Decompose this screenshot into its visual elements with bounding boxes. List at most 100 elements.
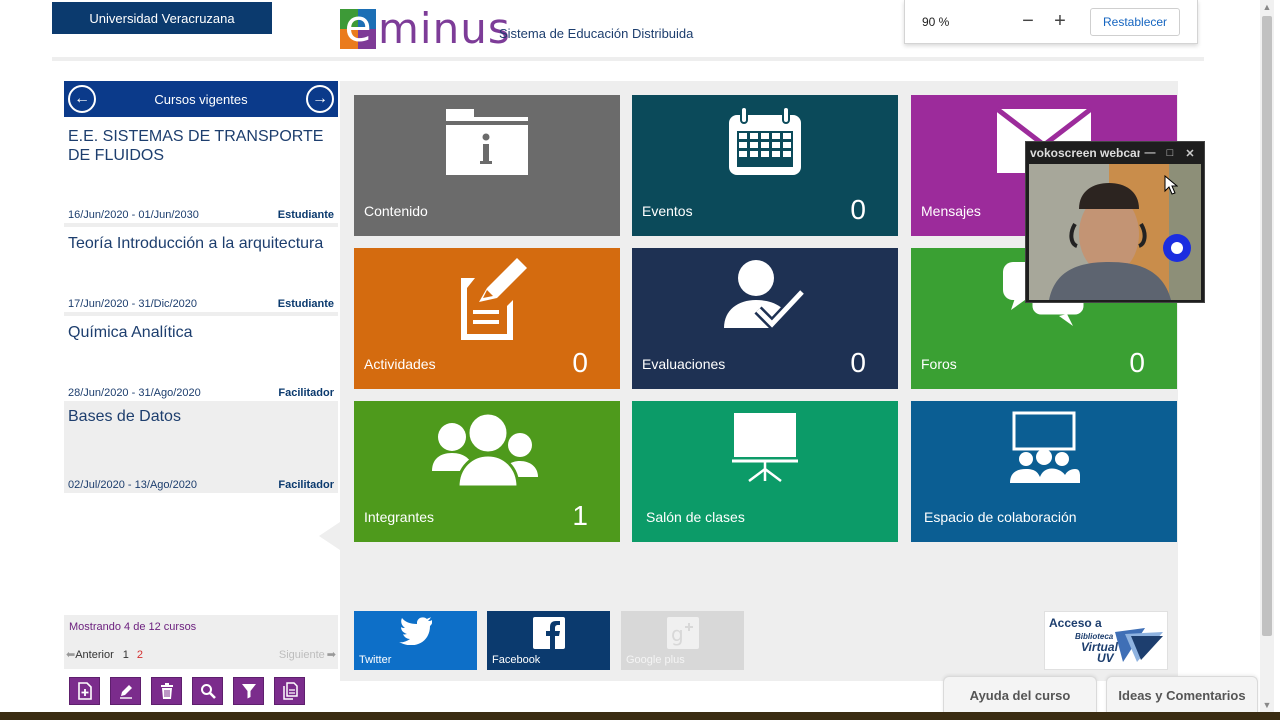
tile-label: Mensajes xyxy=(921,203,981,219)
user-check-icon xyxy=(632,258,898,328)
maximize-icon[interactable]: □ xyxy=(1160,147,1180,159)
social-label: Google plus xyxy=(626,654,685,666)
tile-label: Contenido xyxy=(364,203,428,219)
tile-espacio-de-colaboracion[interactable]: Espacio de colaboración xyxy=(911,401,1177,542)
facebook-icon xyxy=(487,617,610,649)
mouse-cursor-icon xyxy=(1164,175,1178,195)
tile-salon-de-clases[interactable]: Salón de clases xyxy=(632,401,898,542)
course-item-selected[interactable]: Bases de Datos 02/Jul/2020 - 13/Ago/2020… xyxy=(64,405,338,493)
logo-e-mark: e xyxy=(340,3,376,51)
course-name: E.E. SISTEMAS DE TRANSPORTE DE FLUIDOS xyxy=(68,128,324,164)
google-plus-button[interactable]: g Google plus xyxy=(621,611,744,670)
course-name: Bases de Datos xyxy=(68,408,181,425)
tile-contenido[interactable]: Contenido xyxy=(354,95,620,236)
tile-label: Evaluaciones xyxy=(642,356,726,372)
add-course-icon[interactable] xyxy=(69,677,100,705)
twitter-button[interactable]: Twitter xyxy=(354,611,477,670)
social-label: Facebook xyxy=(492,654,541,666)
course-dates: 02/Jul/2020 - 13/Ago/2020 xyxy=(68,479,198,491)
google-plus-icon: g xyxy=(621,617,744,649)
collaboration-icon xyxy=(911,411,1177,483)
course-item[interactable]: Teoría Introducción a la arquitectura 17… xyxy=(64,227,338,316)
biblio-logo-icon xyxy=(1115,628,1163,662)
minimize-icon[interactable]: — xyxy=(1140,147,1160,159)
tile-count: 1 xyxy=(572,500,588,531)
tile-count: 0 xyxy=(572,347,588,378)
course-item[interactable]: Química Analítica 28/Jun/2020 - 31/Ago/2… xyxy=(64,316,338,405)
logo-subtitle: Sistema de Educación Distribuida xyxy=(499,26,694,41)
pager-page-2[interactable]: 2 xyxy=(137,649,143,661)
arrow-right-icon[interactable]: → xyxy=(306,85,334,113)
courses-sidebar: ← Cursos vigentes → E.E. SISTEMAS DE TRA… xyxy=(64,81,338,711)
tile-actividades[interactable]: Actividades 0 xyxy=(354,248,620,389)
course-role: Estudiante xyxy=(277,298,334,310)
close-icon[interactable]: ✕ xyxy=(1180,147,1200,160)
edit-icon[interactable] xyxy=(110,677,141,705)
course-role: Facilitador xyxy=(278,387,334,399)
course-dates: 17/Jun/2020 - 31/Dic/2020 xyxy=(68,298,198,310)
course-role: Facilitador xyxy=(278,479,334,491)
course-dates: 28/Jun/2020 - 31/Ago/2020 xyxy=(68,387,201,399)
course-dates: 16/Jun/2020 - 01/Jun/2030 xyxy=(68,209,199,221)
eminus-logo[interactable]: e minus xyxy=(340,3,511,51)
zoom-out-button[interactable]: − xyxy=(1012,10,1044,33)
filter-icon[interactable] xyxy=(233,677,264,705)
tile-label: Foros xyxy=(921,356,957,372)
courses-footer: Mostrando 4 de 12 cursos ⬅ Anterior 1 2 … xyxy=(64,615,338,669)
course-name: Teoría Introducción a la arquitectura xyxy=(68,235,324,252)
pager-prev[interactable]: Anterior xyxy=(75,649,114,661)
delete-icon[interactable] xyxy=(151,677,182,705)
webcam-titlebar[interactable]: vokoscreen webcam — □ ✕ xyxy=(1026,142,1204,164)
tile-count: 0 xyxy=(1129,347,1145,378)
tile-label: Salón de clases xyxy=(646,509,745,525)
svg-text:g: g xyxy=(671,622,684,646)
course-toolbar xyxy=(64,677,305,705)
ayuda-del-curso-tab[interactable]: Ayuda del curso xyxy=(943,676,1097,714)
pager: ⬅ Anterior 1 2 Siguiente ➡ xyxy=(66,648,336,662)
tile-label: Actividades xyxy=(364,356,436,372)
zoom-reset-button[interactable]: Restablecer xyxy=(1090,7,1181,36)
tile-label: Integrantes xyxy=(364,509,435,525)
selection-notch xyxy=(319,522,340,550)
edit-document-icon xyxy=(354,258,620,344)
zoom-in-button[interactable]: + xyxy=(1044,10,1076,33)
biblio-line1: Acceso a xyxy=(1049,616,1102,630)
courses-title: Cursos vigentes xyxy=(154,91,248,107)
biblioteca-virtual-link[interactable]: Acceso a Biblioteca Virtual UV xyxy=(1044,611,1168,670)
tile-eventos[interactable]: Eventos 0 xyxy=(632,95,898,236)
tile-label: Eventos xyxy=(642,203,693,219)
page-scrollbar[interactable]: ▲ ▼ xyxy=(1260,0,1274,712)
pager-next[interactable]: Siguiente xyxy=(279,649,325,661)
scroll-up-icon[interactable]: ▲ xyxy=(1260,0,1274,14)
tile-integrantes[interactable]: Integrantes 1 xyxy=(354,401,620,542)
twitter-icon xyxy=(354,617,477,645)
folder-info-icon xyxy=(354,105,620,175)
tile-count: 0 xyxy=(850,347,866,378)
arrow-left-icon[interactable]: ← xyxy=(68,85,96,113)
header-divider xyxy=(52,57,1204,61)
tile-label: Espacio de colaboración xyxy=(924,509,1077,525)
facebook-button[interactable]: Facebook xyxy=(487,611,610,670)
pager-page-1[interactable]: 1 xyxy=(123,649,129,661)
tile-count: 0 xyxy=(850,194,866,225)
course-name: Química Analítica xyxy=(68,324,193,341)
desktop-background xyxy=(0,712,1280,720)
webcam-window[interactable]: vokoscreen webcam — □ ✕ xyxy=(1025,141,1205,303)
scroll-thumb[interactable] xyxy=(1262,16,1272,636)
university-banner[interactable]: Universidad Veracruzana xyxy=(52,2,272,34)
pager-prev-icon[interactable]: ⬅ xyxy=(66,648,75,661)
social-label: Twitter xyxy=(359,654,392,666)
copy-icon[interactable] xyxy=(274,677,305,705)
search-icon[interactable] xyxy=(192,677,223,705)
pager-next-icon[interactable]: ➡ xyxy=(327,648,336,661)
calendar-icon xyxy=(632,105,898,177)
courses-count: Mostrando 4 de 12 cursos xyxy=(69,621,197,633)
tile-evaluaciones[interactable]: Evaluaciones 0 xyxy=(632,248,898,389)
zoom-popup: 90 % − + Restablecer xyxy=(904,0,1198,44)
zoom-level: 90 % xyxy=(922,14,950,29)
course-item[interactable]: E.E. SISTEMAS DE TRANSPORTE DE FLUIDOS 1… xyxy=(64,117,338,227)
courses-header: ← Cursos vigentes → xyxy=(64,81,338,117)
course-role: Estudiante xyxy=(277,209,334,221)
ideas-y-comentarios-tab[interactable]: Ideas y Comentarios xyxy=(1106,676,1258,714)
scroll-down-icon[interactable]: ▼ xyxy=(1260,698,1274,712)
